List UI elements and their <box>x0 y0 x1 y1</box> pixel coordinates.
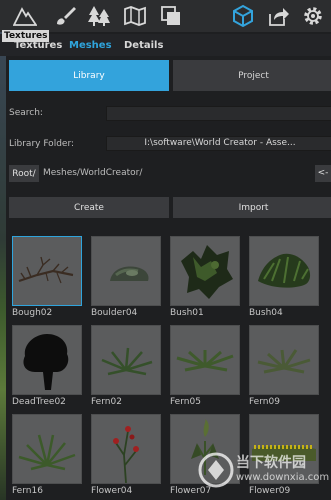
mesh-item-bush04[interactable]: Bush04 <box>249 236 319 318</box>
brush-icon[interactable] <box>52 3 78 29</box>
tab-bar: Textures Meshes Details <box>0 34 331 56</box>
mesh-name: DeadTree02 <box>12 397 66 407</box>
mesh-name: Boulder04 <box>91 308 138 318</box>
tab-details[interactable]: Details <box>124 40 163 51</box>
mesh-thumbnail[interactable] <box>249 325 319 395</box>
share-icon[interactable] <box>265 3 291 29</box>
library-folder-label: Library Folder: <box>9 139 75 149</box>
mountain-icon[interactable] <box>12 3 38 29</box>
tooltip: Textures <box>2 30 50 42</box>
layers-icon[interactable] <box>158 3 184 29</box>
root-button[interactable]: Root/ <box>9 165 39 182</box>
create-button[interactable]: Create <box>9 197 169 218</box>
mesh-name: Fern09 <box>249 397 280 407</box>
library-button[interactable]: Library <box>9 60 169 91</box>
trees-icon[interactable] <box>86 3 112 29</box>
mesh-name: Bush01 <box>170 308 204 318</box>
mesh-thumbnail[interactable] <box>170 325 240 395</box>
gear-icon[interactable] <box>300 3 326 29</box>
import-button[interactable]: Import <box>173 197 331 218</box>
back-button[interactable]: <- <box>315 165 331 182</box>
mesh-name: Bush04 <box>249 308 283 318</box>
mesh-item-fern02[interactable]: Fern02 <box>91 325 161 407</box>
mesh-thumbnail[interactable] <box>249 236 319 306</box>
mesh-thumbnail[interactable] <box>91 325 161 395</box>
main-toolbar <box>0 0 331 32</box>
mesh-item-fern16[interactable]: Fern16 <box>12 414 82 496</box>
mesh-name: Fern16 <box>12 486 43 496</box>
mesh-thumbnail[interactable] <box>12 414 82 484</box>
watermark-url: www.downxia.com <box>236 472 330 483</box>
mesh-thumbnail[interactable] <box>170 236 240 306</box>
mesh-name: Fern02 <box>91 397 122 407</box>
mesh-item-bush01[interactable]: Bush01 <box>170 236 240 318</box>
current-path: Meshes/WorldCreator/ <box>43 168 143 178</box>
map-icon[interactable] <box>122 3 148 29</box>
mesh-thumbnail[interactable] <box>12 325 82 395</box>
mesh-item-fern05[interactable]: Fern05 <box>170 325 240 407</box>
cube-icon[interactable] <box>230 3 256 29</box>
mesh-item-bough02[interactable]: Bough02 <box>12 236 82 318</box>
tab-meshes[interactable]: Meshes <box>69 40 112 51</box>
mesh-thumbnail[interactable] <box>91 414 161 484</box>
mesh-name: Bough02 <box>12 308 53 318</box>
watermark-text: 当下软件园 <box>236 455 306 471</box>
search-input[interactable] <box>106 106 331 121</box>
project-button[interactable]: Project <box>173 60 331 91</box>
mesh-item-fern09[interactable]: Fern09 <box>249 325 319 407</box>
library-folder-field[interactable]: I:\software\World Creator - Asse... <box>106 136 331 151</box>
mesh-thumbnail[interactable] <box>12 236 82 306</box>
mesh-thumbnail[interactable] <box>91 236 161 306</box>
mesh-item-boulder04[interactable]: Boulder04 <box>91 236 161 318</box>
mesh-item-flower04[interactable]: Flower04 <box>91 414 161 496</box>
mesh-name: Flower04 <box>91 486 133 496</box>
mesh-name: Fern05 <box>170 397 201 407</box>
background-terrain-strip <box>0 0 6 500</box>
search-label: Search: <box>9 108 43 118</box>
mesh-item-deadtree02[interactable]: DeadTree02 <box>12 325 82 407</box>
